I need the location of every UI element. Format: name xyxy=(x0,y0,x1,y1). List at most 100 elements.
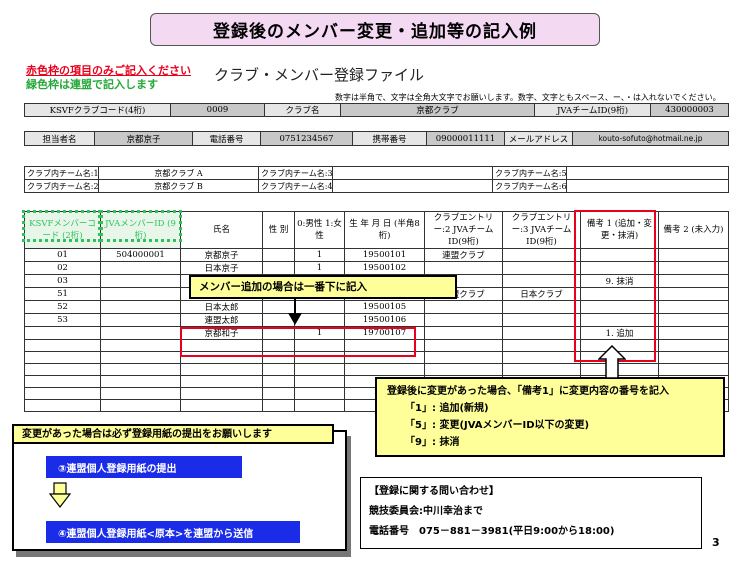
member-sex[interactable] xyxy=(294,363,345,376)
member-name[interactable] xyxy=(180,363,263,376)
member-entry3[interactable] xyxy=(502,363,581,376)
member-birth[interactable]: 19500101 xyxy=(344,248,425,262)
member-sex[interactable] xyxy=(294,399,345,412)
member-birth[interactable] xyxy=(344,363,425,376)
club-name-label: クラブ名 xyxy=(264,103,341,117)
member-note2[interactable] xyxy=(658,313,729,327)
member-jva-id[interactable] xyxy=(100,287,181,301)
member-ksvf-id[interactable]: 51 xyxy=(24,287,101,301)
member-jva-id[interactable] xyxy=(100,339,181,352)
member-jva-id[interactable] xyxy=(100,274,181,288)
member-sex-spacer[interactable] xyxy=(262,399,295,412)
member-name[interactable]: 日本太郎 xyxy=(180,300,263,314)
member-ksvf-id[interactable] xyxy=(24,326,101,340)
member-birth[interactable]: 19500105 xyxy=(344,300,425,314)
member-sex[interactable] xyxy=(294,375,345,388)
member-entry2[interactable] xyxy=(424,351,503,364)
jva-team-id-value[interactable]: 430000003 xyxy=(650,103,730,117)
member-note2[interactable] xyxy=(658,363,729,376)
member-ksvf-id[interactable] xyxy=(24,399,101,412)
club-name-value[interactable]: 京都クラブ xyxy=(339,103,536,117)
member-entry3[interactable] xyxy=(502,248,581,262)
member-name[interactable] xyxy=(180,375,263,388)
member-jva-id[interactable] xyxy=(100,261,181,275)
member-entry2[interactable] xyxy=(424,339,503,352)
member-note2[interactable] xyxy=(658,326,729,340)
member-jva-id[interactable]: 504000001 xyxy=(100,248,181,262)
member-name[interactable]: 日本京子 xyxy=(180,261,263,275)
member-note2[interactable] xyxy=(658,351,729,364)
member-sex-spacer[interactable] xyxy=(262,375,295,388)
member-jva-id[interactable] xyxy=(100,313,181,327)
header-entry3: クラブエントリー:3 JVAチームID(9桁) xyxy=(502,211,581,249)
member-entry2[interactable]: 連盟クラブ xyxy=(424,248,503,262)
member-ksvf-id[interactable]: 03 xyxy=(24,274,101,288)
member-sex-spacer[interactable] xyxy=(262,387,295,400)
member-sex[interactable]: 1 xyxy=(294,261,345,275)
member-entry3[interactable] xyxy=(502,326,581,340)
member-jva-id[interactable] xyxy=(100,351,181,364)
member-entry3[interactable] xyxy=(502,351,581,364)
member-entry3[interactable] xyxy=(502,339,581,352)
member-sex[interactable] xyxy=(294,313,345,327)
member-ksvf-id[interactable] xyxy=(24,387,101,400)
member-jva-id[interactable] xyxy=(100,375,181,388)
member-sex-spacer[interactable] xyxy=(262,261,295,275)
member-name[interactable]: 京都京子 xyxy=(180,248,263,262)
member-ksvf-id[interactable] xyxy=(24,351,101,364)
member-birth[interactable]: 19500106 xyxy=(344,313,425,327)
member-note2[interactable] xyxy=(658,339,729,352)
submit-form-button[interactable]: ③連盟個人登録用紙の提出 xyxy=(46,456,242,478)
member-sex[interactable]: 1 xyxy=(294,248,345,262)
member-ksvf-id[interactable]: 02 xyxy=(24,261,101,275)
member-entry3[interactable]: 日本クラブ xyxy=(502,287,581,301)
member-sex-spacer[interactable] xyxy=(262,363,295,376)
member-entry3[interactable] xyxy=(502,261,581,275)
member-name[interactable] xyxy=(180,399,263,412)
member-ksvf-id[interactable] xyxy=(24,363,101,376)
team-value-6[interactable] xyxy=(566,179,729,193)
member-sex[interactable] xyxy=(294,387,345,400)
member-ksvf-id[interactable]: 53 xyxy=(24,313,101,327)
team-value-5[interactable] xyxy=(566,166,729,180)
email-value[interactable]: kouto-sofuto@hotmail.ne.jp xyxy=(572,131,729,146)
member-note2[interactable] xyxy=(658,300,729,314)
member-note2[interactable] xyxy=(658,261,729,275)
member-name[interactable] xyxy=(180,387,263,400)
mobile-value[interactable]: 09000011111 xyxy=(426,131,505,146)
member-entry2[interactable] xyxy=(424,363,503,376)
member-sex-spacer[interactable] xyxy=(262,248,295,262)
member-jva-id[interactable] xyxy=(100,326,181,340)
team-value-1[interactable]: 京都クラブ A xyxy=(98,166,259,180)
member-ksvf-id[interactable]: 52 xyxy=(24,300,101,314)
member-sex[interactable] xyxy=(294,300,345,314)
member-ksvf-id[interactable] xyxy=(24,339,101,352)
member-jva-id[interactable] xyxy=(100,399,181,412)
member-jva-id[interactable] xyxy=(100,363,181,376)
member-jva-id[interactable] xyxy=(100,300,181,314)
member-birth[interactable]: 19500102 xyxy=(344,261,425,275)
member-sex-spacer[interactable] xyxy=(262,300,295,314)
member-note2[interactable] xyxy=(658,248,729,262)
rep-name-value[interactable]: 京都京子 xyxy=(94,131,193,146)
member-entry2[interactable] xyxy=(424,313,503,327)
member-jva-id[interactable] xyxy=(100,387,181,400)
member-ksvf-id[interactable]: 01 xyxy=(24,248,101,262)
member-entry2[interactable] xyxy=(424,261,503,275)
team-value-2[interactable]: 京都クラブ B xyxy=(98,179,259,193)
send-original-button[interactable]: ④連盟個人登録用紙<原本>を連盟から送信 xyxy=(46,521,300,543)
member-entry3[interactable] xyxy=(502,274,581,288)
team-value-3[interactable] xyxy=(332,166,493,180)
member-ksvf-id[interactable] xyxy=(24,375,101,388)
member-name[interactable]: 連盟太郎 xyxy=(180,313,263,327)
member-entry2[interactable] xyxy=(424,326,503,340)
member-entry2[interactable] xyxy=(424,300,503,314)
member-note2[interactable] xyxy=(658,287,729,301)
ksvf-code-value[interactable]: 0009 xyxy=(170,103,265,117)
member-entry3[interactable] xyxy=(502,313,581,327)
tel-value[interactable]: 0751234567 xyxy=(260,131,353,146)
member-entry3[interactable] xyxy=(502,300,581,314)
member-note2[interactable] xyxy=(658,274,729,288)
team-value-4[interactable] xyxy=(332,179,493,193)
contact-info-table: 担当者名 京都京子 電話番号 0751234567 携帯番号 090000111… xyxy=(24,131,729,146)
